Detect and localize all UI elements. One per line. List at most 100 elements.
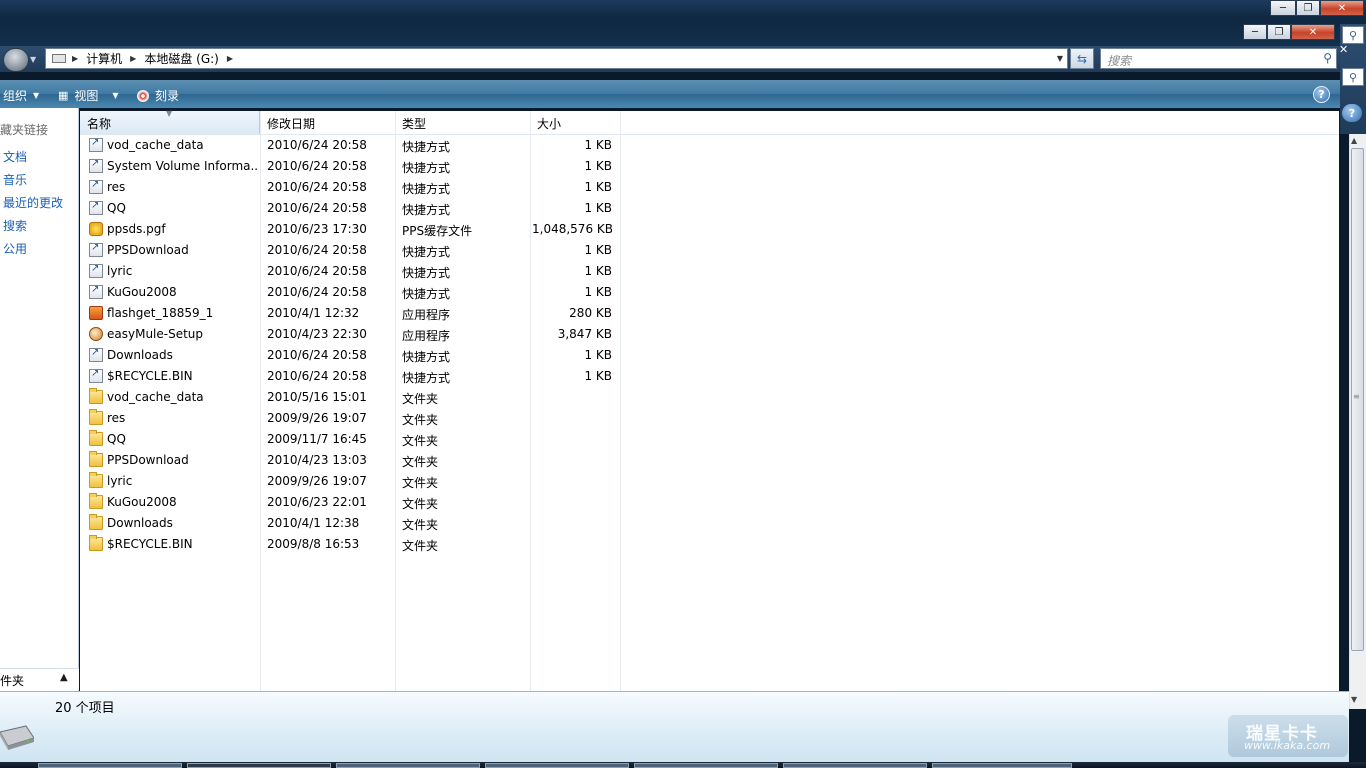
file-type: 快捷方式: [402, 161, 451, 175]
file-type: 文件夹: [402, 455, 439, 469]
file-modified-date: 2010/4/23 13:03: [267, 453, 367, 467]
item-count: 20 个项目: [55, 701, 115, 716]
breadcrumb-computer[interactable]: 计算机: [80, 50, 128, 67]
file-modified-date: 2010/6/24 20:58: [267, 159, 367, 173]
address-dropdown-icon[interactable]: ▼: [1057, 54, 1063, 63]
history-dropdown-icon[interactable]: ▼: [30, 55, 40, 65]
column-header-date[interactable]: 修改日期: [267, 115, 315, 132]
folder-icon: [89, 472, 103, 488]
close-icon[interactable]: ✕: [1339, 43, 1348, 56]
file-row[interactable]: QQ 2010/6/24 20:58 快捷方式 1 KB: [80, 198, 620, 219]
help-icon[interactable]: ?: [1342, 104, 1362, 122]
taskbar-button[interactable]: [783, 763, 927, 768]
title-bar: [0, 0, 1366, 46]
file-row[interactable]: Downloads 2010/4/1 12:38 文件夹: [80, 513, 620, 534]
file-row[interactable]: vod_cache_data 2010/6/24 20:58 快捷方式 1 KB: [80, 135, 620, 156]
chevron-down-icon[interactable]: ▼: [112, 91, 118, 100]
nav-link-recent-changes[interactable]: 最近的更改: [3, 194, 63, 211]
breadcrumb-arrow-icon[interactable]: ▶: [70, 54, 80, 63]
scroll-grip-icon: ≡: [1353, 392, 1360, 401]
scroll-down-icon[interactable]: ▼: [1351, 695, 1357, 704]
file-list: ▼ 名称 修改日期 类型 大小 vod_cache_data 2010/6/24 …: [80, 109, 1339, 691]
scroll-up-icon[interactable]: ▲: [1351, 136, 1357, 145]
file-row[interactable]: KuGou2008 2010/6/23 22:01 文件夹: [80, 492, 620, 513]
taskbar-button[interactable]: [634, 763, 778, 768]
search-icon[interactable]: ⚲: [1342, 68, 1364, 86]
maximize-button-inner[interactable]: ❐: [1267, 24, 1291, 40]
file-type: 文件夹: [402, 476, 439, 490]
maximize-button[interactable]: ❐: [1296, 0, 1320, 16]
file-row[interactable]: res 2009/9/26 19:07 文件夹: [80, 408, 620, 429]
taskbar-button[interactable]: [187, 763, 331, 768]
file-modified-date: 2009/9/26 19:07: [267, 411, 367, 425]
taskbar-button[interactable]: [336, 763, 480, 768]
file-type: 快捷方式: [402, 350, 451, 364]
shortcut-icon: [89, 368, 103, 383]
file-row[interactable]: lyric 2009/9/26 19:07 文件夹: [80, 471, 620, 492]
file-row[interactable]: res 2010/6/24 20:58 快捷方式 1 KB: [80, 177, 620, 198]
file-row[interactable]: PPSDownload 2010/4/23 13:03 文件夹: [80, 450, 620, 471]
organize-button[interactable]: 组织 ▼: [3, 87, 39, 104]
file-row[interactable]: $RECYCLE.BIN 2010/6/24 20:58 快捷方式 1 KB: [80, 366, 620, 387]
file-row[interactable]: lyric 2010/6/24 20:58 快捷方式 1 KB: [80, 261, 620, 282]
file-row[interactable]: ppsds.pgf 2010/6/23 17:30 PPS缓存文件 1,048,576…: [80, 219, 620, 240]
help-button[interactable]: ?: [1313, 86, 1330, 103]
nav-link-public[interactable]: 公用: [3, 240, 27, 257]
folders-toggle[interactable]: 件夹 ▲: [0, 668, 79, 690]
search-icon[interactable]: ⚲: [1323, 51, 1332, 65]
minimize-button[interactable]: ─: [1270, 0, 1296, 16]
file-row[interactable]: System Volume Informa... 2010/6/24 20:58 快…: [80, 156, 620, 177]
nav-link-search[interactable]: 搜索: [3, 217, 27, 234]
file-name: System Volume Informa...: [107, 159, 257, 173]
minimize-button-inner[interactable]: ─: [1243, 24, 1267, 40]
taskbar-button[interactable]: [38, 763, 182, 768]
search-icon[interactable]: ⚲: [1342, 26, 1364, 44]
app-icon: [89, 306, 103, 320]
folders-label: 件夹: [0, 674, 25, 688]
file-row[interactable]: $RECYCLE.BIN 2009/8/8 16:53 文件夹: [80, 534, 620, 555]
views-button[interactable]: ▦ 视图 ▼: [58, 87, 119, 104]
column-header-type[interactable]: 类型: [402, 115, 426, 132]
refresh-button[interactable]: ⇆: [1070, 48, 1094, 69]
breadcrumb-arrow-icon[interactable]: ▶: [128, 54, 138, 63]
file-size: 1 KB: [584, 369, 612, 383]
file-row[interactable]: Downloads 2010/6/24 20:58 快捷方式 1 KB: [80, 345, 620, 366]
column-header-row: ▼ 名称 修改日期 类型 大小: [80, 109, 1339, 135]
file-size: 1 KB: [584, 138, 612, 152]
column-header-size[interactable]: 大小: [537, 115, 561, 132]
views-label: 视图: [74, 89, 99, 103]
breadcrumb-drive-g[interactable]: 本地磁盘 (G:): [138, 50, 225, 67]
file-type: 文件夹: [402, 518, 439, 532]
file-name: lyric: [107, 264, 133, 278]
back-button[interactable]: [3, 48, 29, 72]
file-row[interactable]: flashget_18859_1 2010/4/1 12:32 应用程序 280 KB: [80, 303, 620, 324]
taskbar-button[interactable]: [932, 763, 1072, 768]
file-type: 文件夹: [402, 497, 439, 511]
address-bar[interactable]: ▶ 计算机 ▶ 本地磁盘 (G:) ▶ ▼: [45, 48, 1068, 69]
file-modified-date: 2009/9/26 19:07: [267, 474, 367, 488]
breadcrumb-arrow-icon[interactable]: ▶: [225, 54, 235, 63]
column-header-name-label[interactable]: 名称: [87, 115, 111, 132]
burn-label: 刻录: [155, 89, 180, 103]
close-button[interactable]: ✕: [1320, 0, 1364, 16]
file-name: lyric: [107, 474, 133, 488]
close-button-inner[interactable]: ✕: [1291, 24, 1335, 40]
folder-icon: [89, 388, 103, 404]
file-name: ppsds.pgf: [107, 222, 166, 236]
nav-link-music[interactable]: 音乐: [3, 171, 27, 188]
nav-link-documents[interactable]: 文档: [3, 148, 27, 165]
file-row[interactable]: easyMule-Setup 2010/4/23 22:30 应用程序 3,847 K…: [80, 324, 620, 345]
file-size: 1,048,576 KB: [532, 222, 612, 236]
shortcut-icon: [89, 158, 103, 173]
watermark-url: www.ikaka.com: [1244, 739, 1331, 752]
column-divider[interactable]: [620, 111, 621, 691]
folder-icon: [89, 514, 103, 530]
taskbar-button[interactable]: [485, 763, 629, 768]
file-row[interactable]: PPSDownload 2010/6/24 20:58 快捷方式 1 KB: [80, 240, 620, 261]
file-row[interactable]: KuGou2008 2010/6/24 20:58 快捷方式 1 KB: [80, 282, 620, 303]
file-row[interactable]: vod_cache_data 2010/5/16 15:01 文件夹: [80, 387, 620, 408]
search-input[interactable]: 搜索 ⚲: [1100, 48, 1337, 69]
file-row[interactable]: QQ 2009/11/7 16:45 文件夹: [80, 429, 620, 450]
burn-button[interactable]: 刻录: [137, 87, 179, 104]
file-name: $RECYCLE.BIN: [107, 369, 193, 383]
